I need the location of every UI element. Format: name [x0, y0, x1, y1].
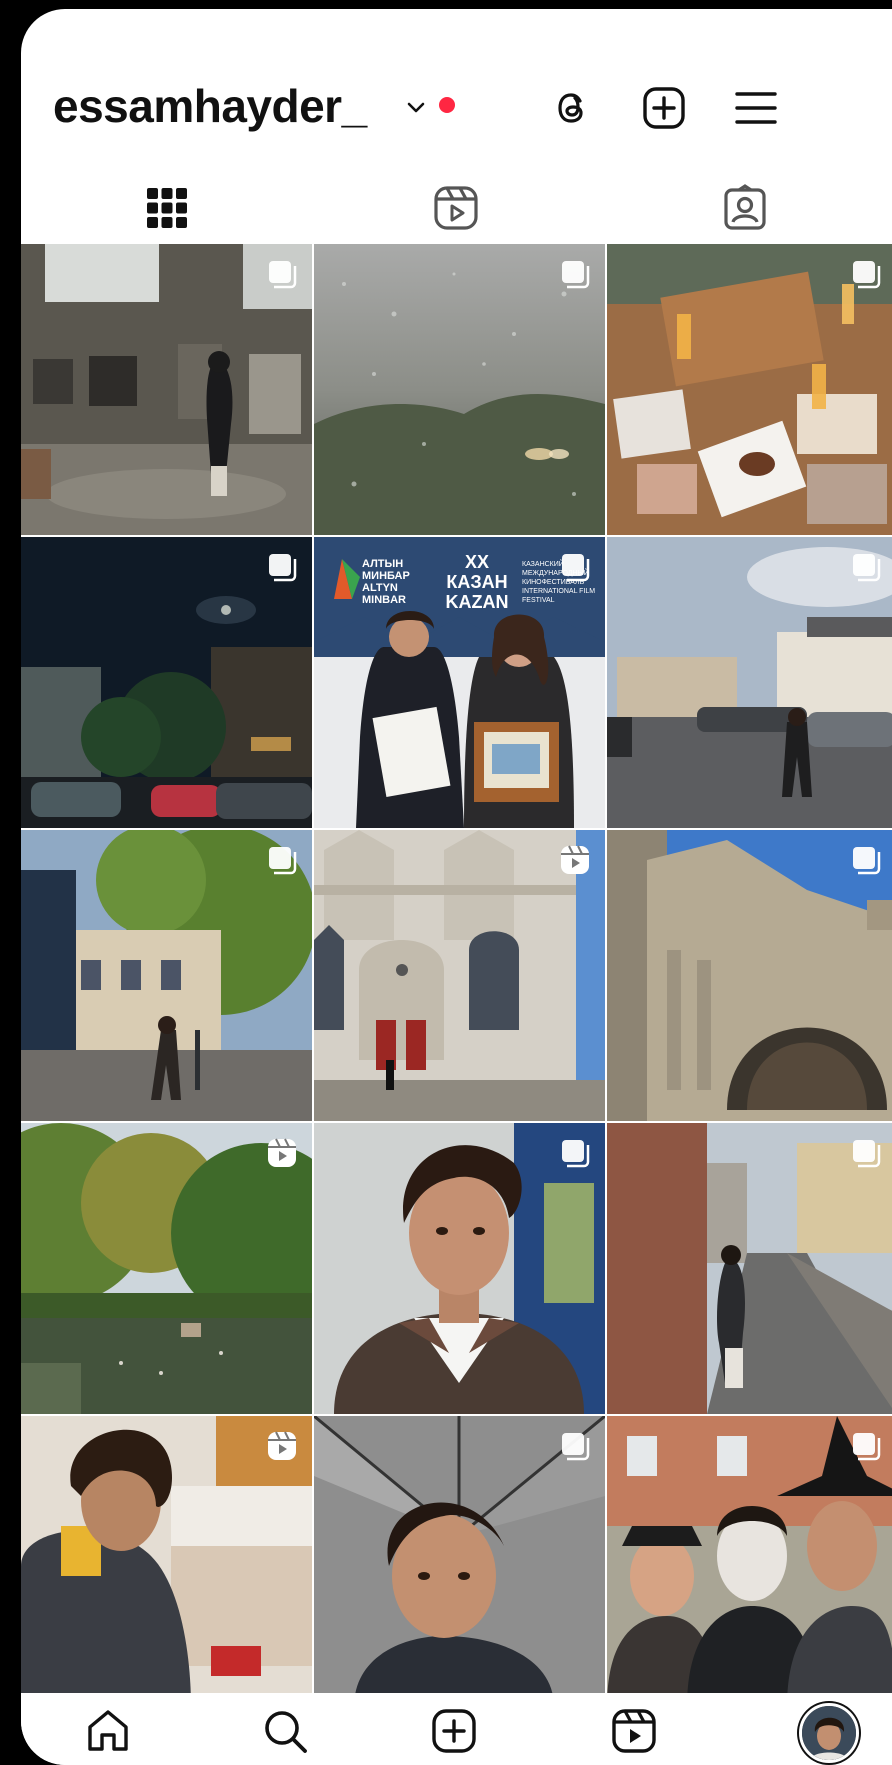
profile-tabs — [21, 164, 892, 254]
reel-icon — [268, 1431, 296, 1460]
multi-post-icon — [269, 261, 297, 289]
create-icon[interactable] — [430, 1707, 478, 1755]
multi-post-icon — [853, 261, 881, 289]
home-icon[interactable] — [84, 1707, 132, 1755]
multi-post-icon — [853, 1433, 881, 1461]
post-tile[interactable] — [607, 1123, 892, 1414]
post-tile[interactable] — [607, 830, 892, 1121]
tagged-icon[interactable] — [721, 184, 769, 232]
post-tile[interactable] — [21, 830, 312, 1121]
create-post-icon[interactable] — [641, 85, 687, 131]
multi-post-icon — [562, 1433, 590, 1461]
post-tile[interactable] — [607, 244, 892, 535]
multi-post-icon — [853, 1140, 881, 1168]
post-tile[interactable] — [21, 537, 312, 828]
grid-icon[interactable] — [143, 184, 191, 232]
multi-post-icon — [269, 554, 297, 582]
post-tile[interactable] — [607, 537, 892, 828]
multi-post-icon — [562, 261, 590, 289]
multi-post-icon — [269, 847, 297, 875]
multi-post-icon — [853, 847, 881, 875]
bottom-nav — [21, 1693, 892, 1765]
multi-post-icon — [562, 554, 590, 582]
threads-icon[interactable] — [549, 85, 595, 131]
festival-banner-left: АЛТЫН МИНБАР ALTYN MINBAR — [362, 558, 410, 606]
post-tile[interactable] — [314, 1416, 605, 1707]
chevron-down-icon[interactable] — [406, 101, 426, 115]
search-icon[interactable] — [261, 1707, 309, 1755]
reel-icon — [268, 1138, 296, 1167]
post-tile[interactable] — [21, 1416, 312, 1707]
post-tile[interactable]: АЛТЫН МИНБАР ALTYN MINBAR XX КАЗАН KAZAN… — [314, 537, 605, 828]
post-tile[interactable] — [314, 244, 605, 535]
profile-avatar[interactable] — [799, 1703, 859, 1763]
notification-dot — [439, 97, 455, 113]
post-tile[interactable] — [607, 1416, 892, 1707]
posts-grid: АЛТЫН МИНБАР ALTYN MINBAR XX КАЗАН KAZAN… — [21, 244, 892, 1707]
reels-icon[interactable] — [610, 1707, 658, 1755]
multi-post-icon — [562, 1140, 590, 1168]
username-switcher[interactable]: essamhayder_ — [53, 79, 367, 133]
post-tile[interactable] — [21, 244, 312, 535]
post-tile[interactable] — [314, 830, 605, 1121]
festival-banner-center: XX КАЗАН KAZAN — [445, 552, 509, 612]
reel-icon — [561, 845, 589, 874]
multi-post-icon — [853, 554, 881, 582]
post-tile[interactable] — [314, 1123, 605, 1414]
post-tile[interactable] — [21, 1123, 312, 1414]
reels-tab-icon[interactable] — [432, 184, 480, 232]
profile-header: essamhayder_ — [21, 9, 892, 159]
profile-screen: essamhayder_ АЛТЫН МИНБАР ALTYN MINBAR X… — [21, 9, 892, 1765]
avatar-image — [802, 1706, 856, 1760]
menu-icon[interactable] — [733, 85, 779, 131]
